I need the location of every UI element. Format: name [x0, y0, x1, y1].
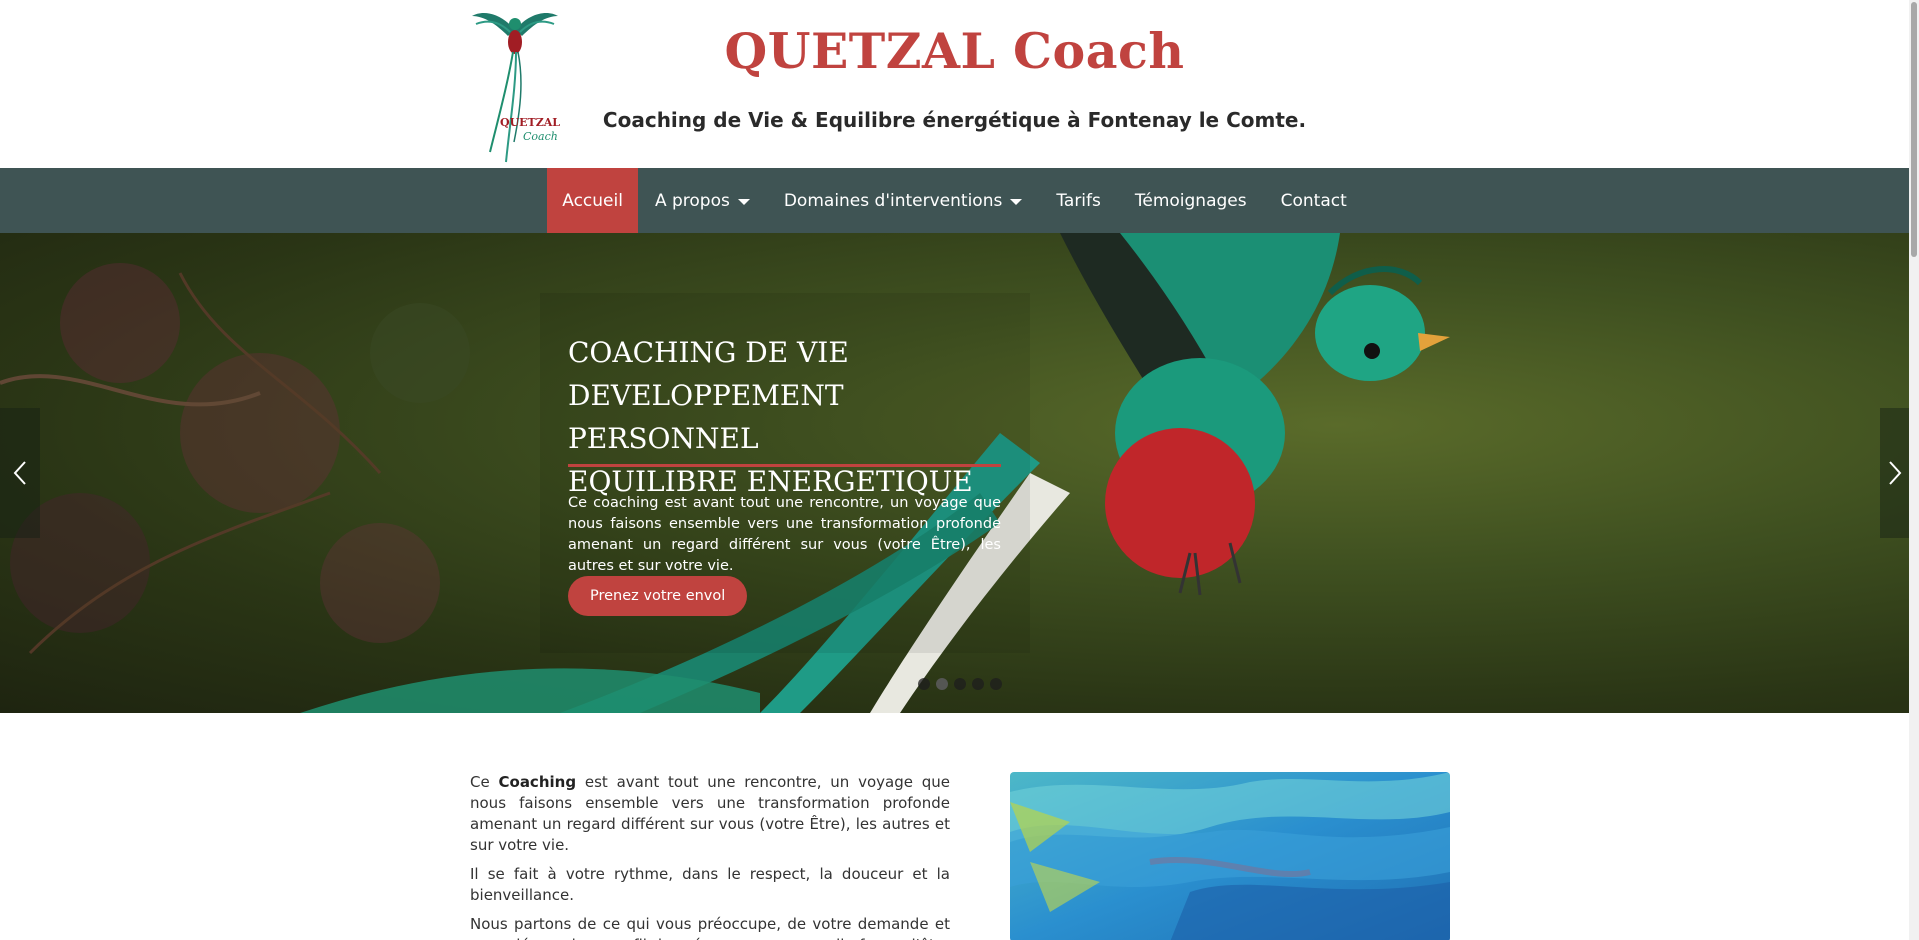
- intro-text-bold: Coaching: [498, 773, 577, 791]
- nav-item-tarifs[interactable]: Tarifs: [1039, 168, 1118, 233]
- nav-item-contact[interactable]: Contact: [1264, 168, 1364, 233]
- caret-down-icon: [737, 198, 750, 205]
- hero-slider: COACHING DE VIE DEVELOPPEMENT PERSONNEL …: [0, 233, 1909, 713]
- hero-title: COACHING DE VIE DEVELOPPEMENT PERSONNEL …: [568, 331, 1004, 503]
- site-subtitle: Coaching de Vie & Equilibre énergétique …: [602, 108, 1307, 132]
- slider-next-button[interactable]: [1880, 408, 1909, 538]
- nav-item-label: Tarifs: [1056, 190, 1101, 211]
- hero-divider: [568, 464, 1001, 467]
- slide-indicator[interactable]: [990, 678, 1002, 690]
- slider-prev-button[interactable]: [0, 408, 40, 538]
- intro-paragraph: Nous partons de ce qui vous préoccupe, d…: [470, 915, 950, 940]
- prenez-votre-envol-button[interactable]: Prenez votre envol: [568, 576, 748, 616]
- hero-text: Ce coaching est avant tout une rencontre…: [568, 495, 1001, 574]
- chevron-left-icon: [13, 461, 26, 485]
- hero-title-line: COACHING DE VIE: [568, 336, 849, 369]
- nav-item-a-propos[interactable]: A propos: [638, 168, 767, 233]
- nav-item-label: A propos: [654, 190, 730, 211]
- site-title[interactable]: QUETZAL Coach: [0, 22, 1909, 80]
- intro-text-prefix: Ce: [470, 773, 499, 791]
- intro-text: Ce Coaching est avant tout une rencontre…: [470, 772, 950, 940]
- caret-down-icon: [1010, 198, 1023, 205]
- page-scrollbar-thumb[interactable]: [1911, 2, 1917, 257]
- nav-item-label: Témoignages: [1134, 190, 1247, 211]
- intro-paragraph: Il se fait à votre rythme, dans le respe…: [470, 865, 950, 904]
- nav-item-accueil[interactable]: Accueil: [547, 168, 638, 233]
- nav-item-domaines[interactable]: Domaines d'interventions: [767, 168, 1039, 233]
- slider-indicators: [918, 678, 1002, 690]
- slide-indicator[interactable]: [972, 678, 984, 690]
- hero-title-line: DEVELOPPEMENT PERSONNEL: [568, 379, 844, 455]
- nav-item-label: Domaines d'interventions: [783, 190, 1003, 211]
- chevron-right-icon: [1888, 461, 1901, 485]
- nav-item-label: Accueil: [562, 190, 623, 211]
- slide-indicator[interactable]: [918, 678, 930, 690]
- main-navigation: Accueil A propos Domaines d'intervention…: [0, 168, 1909, 233]
- feather-image: [1010, 772, 1450, 940]
- nav-item-label: Contact: [1280, 190, 1347, 211]
- site-header: QUETZAL Coach QUETZAL Coach Coaching de …: [0, 0, 1909, 168]
- nav-item-temoignages[interactable]: Témoignages: [1118, 168, 1264, 233]
- intro-paragraph: Ce Coaching est avant tout une rencontre…: [470, 772, 950, 856]
- slide-indicator-active[interactable]: [936, 678, 948, 690]
- slide-indicator[interactable]: [954, 678, 966, 690]
